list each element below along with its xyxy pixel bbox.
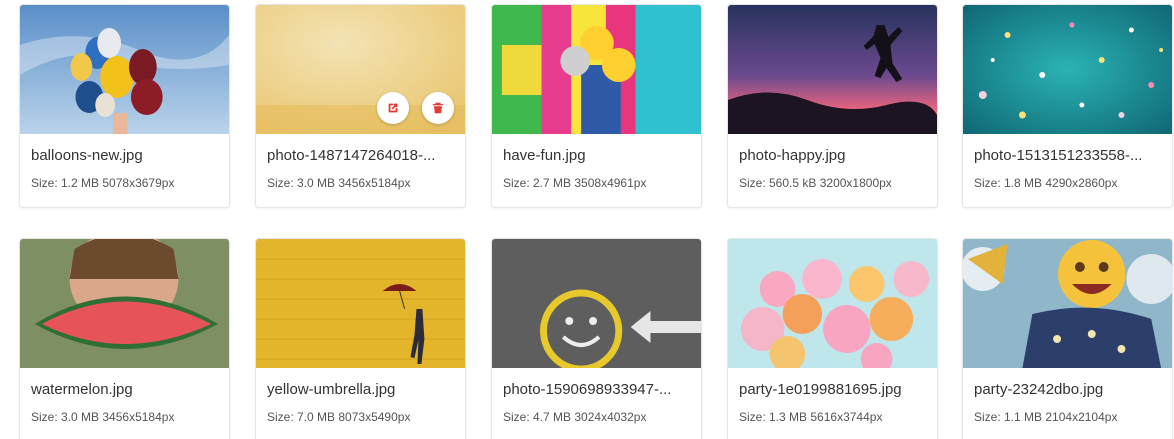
image-thumbnail[interactable] [20, 5, 229, 134]
image-thumbnail[interactable] [963, 239, 1172, 368]
file-meta: Size: 7.0 MB 8073x5490px [267, 410, 454, 424]
image-card[interactable]: yellow-umbrella.jpg Size: 7.0 MB 8073x54… [255, 238, 466, 439]
image-card[interactable]: party-23242dbo.jpg Size: 1.1 MB 2104x210… [962, 238, 1173, 439]
image-thumbnail[interactable] [256, 5, 465, 134]
image-card[interactable]: balloons-new.jpg Size: 1.2 MB 5078x3679p… [19, 4, 230, 208]
image-thumbnail[interactable] [728, 239, 937, 368]
image-card[interactable]: have-fun.jpg Size: 2.7 MB 3508x4961px [491, 4, 702, 208]
file-meta: Size: 1.1 MB 2104x2104px [974, 410, 1161, 424]
file-size: Size: 560.5 kB [739, 176, 817, 190]
file-meta: Size: 560.5 kB 3200x1800px [739, 176, 926, 190]
open-button[interactable] [377, 92, 409, 124]
smiley-asphalt-image [492, 239, 701, 368]
file-size: Size: 4.7 MB [503, 410, 572, 424]
file-name: party-1e0199881695.jpg [739, 381, 902, 398]
file-name: watermelon.jpg [31, 381, 133, 398]
file-name: photo-1487147264018-... [267, 147, 436, 164]
sunset-jump-image [728, 5, 937, 134]
image-thumbnail[interactable] [492, 239, 701, 368]
balloons-image [20, 5, 229, 134]
file-dimensions: 3456x5184px [338, 176, 411, 190]
file-meta: Size: 1.3 MB 5616x3744px [739, 410, 926, 424]
file-size: Size: 3.0 MB [267, 176, 336, 190]
file-size: Size: 2.7 MB [503, 176, 572, 190]
file-dimensions: 3200x1800px [819, 176, 892, 190]
delete-button[interactable] [422, 92, 454, 124]
image-card[interactable]: photo-happy.jpg Size: 560.5 kB 3200x1800… [727, 4, 938, 208]
file-dimensions: 3456x5184px [102, 410, 175, 424]
file-size: Size: 7.0 MB [267, 410, 336, 424]
image-thumbnail[interactable] [20, 239, 229, 368]
image-card[interactable]: photo-1487147264018-... Size: 3.0 MB 345… [255, 4, 466, 208]
file-meta: Size: 4.7 MB 3024x4032px [503, 410, 690, 424]
image-thumbnail[interactable] [256, 239, 465, 368]
file-size: Size: 1.8 MB [974, 176, 1043, 190]
file-dimensions: 5616x3744px [810, 410, 883, 424]
image-card[interactable]: party-1e0199881695.jpg Size: 1.3 MB 5616… [727, 238, 938, 439]
party-balloons-image [728, 239, 937, 368]
file-name: balloons-new.jpg [31, 147, 143, 164]
file-size: Size: 1.2 MB [31, 176, 100, 190]
file-size: Size: 1.1 MB [974, 410, 1043, 424]
file-size: Size: 1.3 MB [739, 410, 808, 424]
confetti-image [963, 5, 1172, 134]
image-thumbnail[interactable] [728, 5, 937, 134]
trash-icon [432, 102, 444, 114]
colorful-wall-image [492, 5, 701, 134]
file-meta: Size: 2.7 MB 3508x4961px [503, 176, 690, 190]
file-name: photo-1590698933947-... [503, 381, 672, 398]
image-card[interactable]: photo-1513151233558-... Size: 1.8 MB 429… [962, 4, 1173, 208]
file-dimensions: 2104x2104px [1045, 410, 1118, 424]
file-size: Size: 3.0 MB [31, 410, 100, 424]
image-thumbnail[interactable] [492, 5, 701, 134]
file-meta: Size: 1.2 MB 5078x3679px [31, 176, 218, 190]
file-meta: Size: 3.0 MB 3456x5184px [267, 176, 454, 190]
file-dimensions: 4290x2860px [1045, 176, 1118, 190]
file-dimensions: 8073x5490px [338, 410, 411, 424]
emoji-party-image [963, 239, 1172, 368]
file-dimensions: 5078x3679px [102, 176, 175, 190]
image-gallery: balloons-new.jpg Size: 1.2 MB 5078x3679p… [0, 0, 1174, 439]
image-thumbnail[interactable] [963, 5, 1172, 134]
file-dimensions: 3508x4961px [574, 176, 647, 190]
file-name: yellow-umbrella.jpg [267, 381, 396, 398]
file-name: photo-happy.jpg [739, 147, 846, 164]
image-card[interactable]: photo-1590698933947-... Size: 4.7 MB 302… [491, 238, 702, 439]
file-meta: Size: 1.8 MB 4290x2860px [974, 176, 1161, 190]
file-dimensions: 3024x4032px [574, 410, 647, 424]
file-name: party-23242dbo.jpg [974, 381, 1104, 398]
watermelon-image [20, 239, 229, 368]
open-external-icon [388, 103, 398, 113]
file-name: have-fun.jpg [503, 147, 586, 164]
file-meta: Size: 3.0 MB 3456x5184px [31, 410, 218, 424]
file-name: photo-1513151233558-... [974, 147, 1143, 164]
image-card[interactable]: watermelon.jpg Size: 3.0 MB 3456x5184px [19, 238, 230, 439]
yellow-umbrella-image [256, 239, 465, 368]
